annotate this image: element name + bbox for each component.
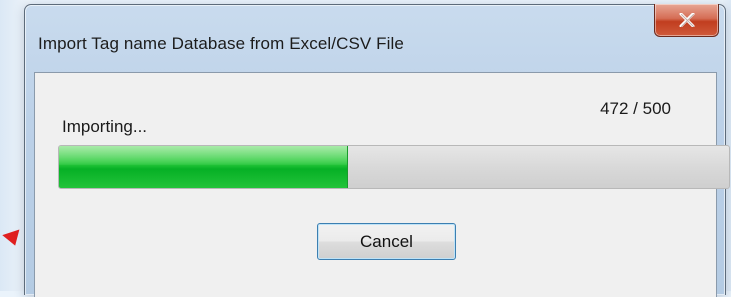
dialog-client-area: Importing... 472 / 500 Cancel (34, 72, 730, 297)
window-title: Import Tag name Database from Excel/CSV … (38, 34, 404, 53)
close-icon (679, 13, 694, 27)
cancel-button-label: Cancel (360, 231, 413, 251)
progress-count: 472 / 500 (600, 99, 671, 118)
close-button[interactable] (654, 4, 719, 37)
status-label: Importing... (62, 117, 148, 136)
progress-bar-fill (59, 146, 349, 188)
cancel-button[interactable]: Cancel (317, 223, 456, 260)
progress-bar (58, 145, 730, 189)
import-dialog-window: Import Tag name Database from Excel/CSV … (24, 4, 730, 297)
